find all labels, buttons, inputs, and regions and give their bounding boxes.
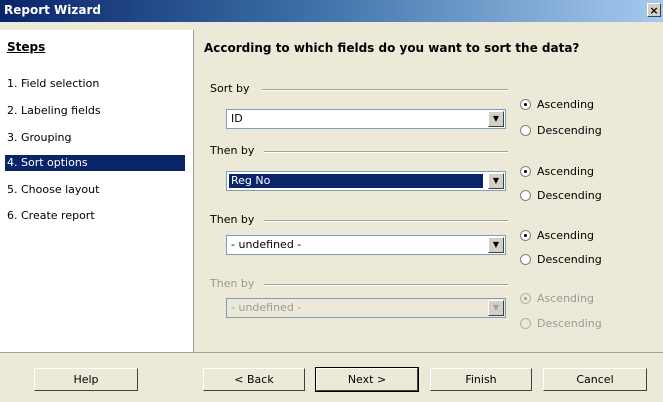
radio-checked-icon [520, 230, 531, 241]
close-icon[interactable]: × [647, 3, 661, 17]
chevron-down-icon[interactable]: ▼ [488, 173, 504, 189]
steps-sidebar: Steps 1. Field selection 2. Labeling fie… [0, 30, 194, 352]
radio-unchecked-icon [520, 125, 531, 136]
group-divider [264, 151, 508, 153]
chevron-down-icon[interactable]: ▼ [488, 300, 504, 316]
back-button[interactable]: < Back [203, 368, 305, 391]
radio-checked-icon [520, 293, 531, 304]
sort-by-descending-radio[interactable]: Descending [520, 124, 602, 138]
radio-unchecked-icon [520, 318, 531, 329]
group-divider [264, 284, 508, 286]
descending-label: Descending [537, 124, 602, 137]
sort-by-label: Sort by [210, 82, 250, 95]
next-button[interactable]: Next > [315, 367, 419, 392]
ascending-label: Ascending [537, 292, 595, 305]
step-grouping[interactable]: 3. Grouping [7, 130, 185, 146]
then-by-3-ascending-radio[interactable]: Ascending [520, 292, 594, 306]
ascending-label: Ascending [537, 165, 595, 178]
sort-by-ascending-radio[interactable]: Ascending [520, 98, 594, 112]
then-by-3-value: - undefined - [231, 301, 302, 314]
descending-label: Descending [537, 189, 602, 202]
page-question: According to which fields do you want to… [204, 41, 580, 55]
then-by-2-value: - undefined - [231, 238, 302, 251]
button-bar: Help < Back Next > Finish Cancel [0, 352, 663, 402]
then-by-descending-radio[interactable]: Descending [520, 189, 602, 203]
then-by-ascending-radio[interactable]: Ascending [520, 165, 594, 179]
sort-by-select[interactable]: ID ▼ [226, 109, 506, 129]
step-labeling-fields[interactable]: 2. Labeling fields [7, 103, 185, 119]
help-button[interactable]: Help [34, 368, 138, 391]
descending-label: Descending [537, 317, 602, 330]
radio-unchecked-icon [520, 254, 531, 265]
title-bar[interactable]: Report Wizard × [0, 0, 663, 22]
step-field-selection[interactable]: 1. Field selection [7, 76, 185, 92]
cancel-button[interactable]: Cancel [543, 368, 647, 391]
chevron-down-icon[interactable]: ▼ [488, 111, 504, 127]
group-divider [264, 220, 508, 222]
report-wizard-window: Report Wizard × Steps 1. Field selection… [0, 0, 663, 402]
chevron-down-icon[interactable]: ▼ [488, 237, 504, 253]
ascending-label: Ascending [537, 98, 595, 111]
window-title: Report Wizard [4, 3, 101, 17]
then-by-select[interactable]: Reg No ▼ [226, 171, 506, 191]
radio-unchecked-icon [520, 190, 531, 201]
then-by-value: Reg No [229, 174, 483, 188]
then-by-3-label: Then by [210, 277, 255, 290]
radio-checked-icon [520, 99, 531, 110]
then-by-label: Then by [210, 144, 255, 157]
descending-label: Descending [537, 253, 602, 266]
then-by-3-descending-radio[interactable]: Descending [520, 317, 602, 331]
then-by-2-select[interactable]: - undefined - ▼ [226, 235, 506, 255]
ascending-label: Ascending [537, 229, 595, 242]
then-by-label: Then by [210, 213, 255, 226]
radio-checked-icon [520, 166, 531, 177]
then-by-2-ascending-radio[interactable]: Ascending [520, 229, 594, 243]
sort-by-value: ID [231, 112, 243, 125]
step-choose-layout[interactable]: 5. Choose layout [7, 182, 185, 198]
step-sort-options[interactable]: 4. Sort options [5, 155, 185, 171]
steps-heading: Steps [7, 40, 46, 54]
step-create-report[interactable]: 6. Create report [7, 208, 185, 224]
group-divider [262, 89, 508, 91]
finish-button[interactable]: Finish [430, 368, 532, 391]
then-by-3-select[interactable]: - undefined - ▼ [226, 298, 506, 318]
sort-options-panel: According to which fields do you want to… [194, 30, 663, 352]
then-by-2-descending-radio[interactable]: Descending [520, 253, 602, 267]
